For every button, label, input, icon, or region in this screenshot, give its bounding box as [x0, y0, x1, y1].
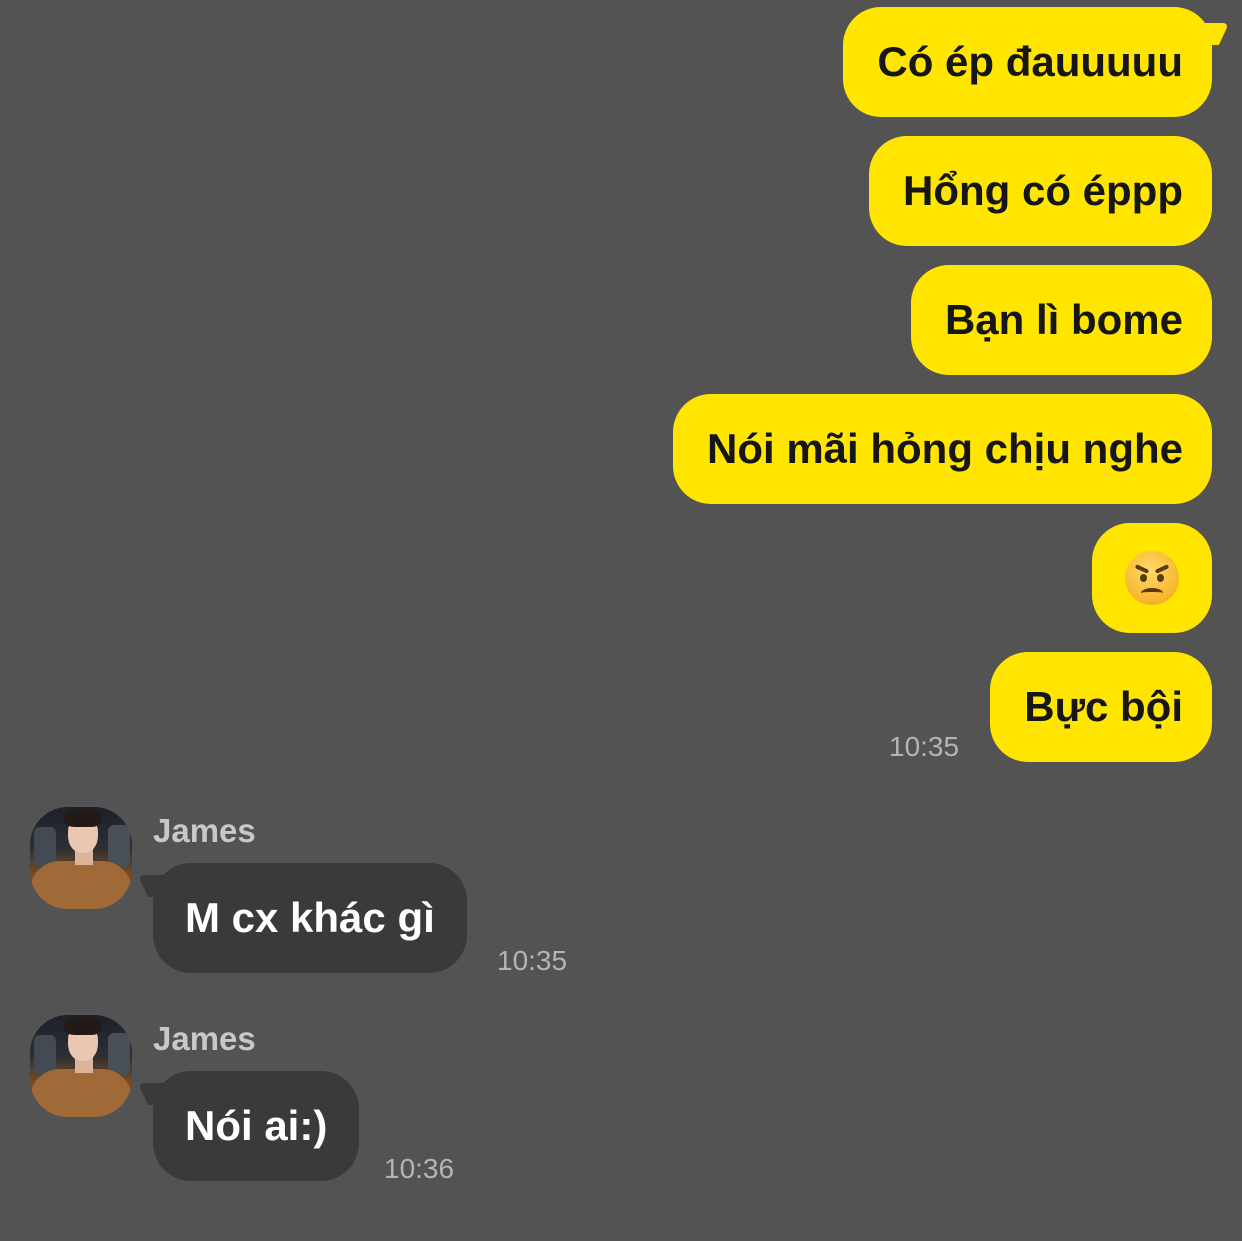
message-text: Có ép đauuuuu [877, 38, 1183, 85]
message-text: Bực bội [1024, 683, 1183, 730]
incoming-message-bubble[interactable]: Nói ai:) [153, 1071, 360, 1181]
message-text: Hổng có éppp [903, 167, 1183, 214]
outgoing-emoji-bubble[interactable] [1092, 523, 1212, 633]
message-timestamp: 10:35 [497, 945, 568, 976]
sender-name: James [153, 1020, 256, 1057]
chat-thread[interactable]: Có ép đauuuuu Hổng có éppp Bạn lì bome N… [0, 0, 1242, 1241]
avatar[interactable] [30, 1015, 132, 1117]
message-text: Bạn lì bome [944, 296, 1183, 343]
sender-name: James [153, 812, 256, 849]
incoming-message-bubble[interactable]: M cx khác gì [153, 863, 467, 973]
outgoing-message-bubble[interactable]: Bực bội [990, 652, 1212, 762]
angry-face-emoji-icon [1125, 551, 1179, 605]
message-text: M cx khác gì [185, 894, 435, 941]
message-timestamp: 10:36 [384, 1153, 455, 1184]
avatar[interactable] [30, 807, 132, 909]
outgoing-message-bubble[interactable]: Có ép đauuuuu [843, 7, 1212, 117]
message-timestamp: 10:35 [889, 731, 960, 762]
outgoing-message-bubble[interactable]: Nói mãi hỏng chịu nghe [673, 394, 1212, 504]
message-text: Nói mãi hỏng chịu nghe [707, 425, 1183, 472]
message-text: Nói ai:) [185, 1102, 328, 1149]
outgoing-message-bubble[interactable]: Bạn lì bome [910, 265, 1212, 375]
outgoing-message-bubble[interactable]: Hổng có éppp [869, 136, 1212, 246]
